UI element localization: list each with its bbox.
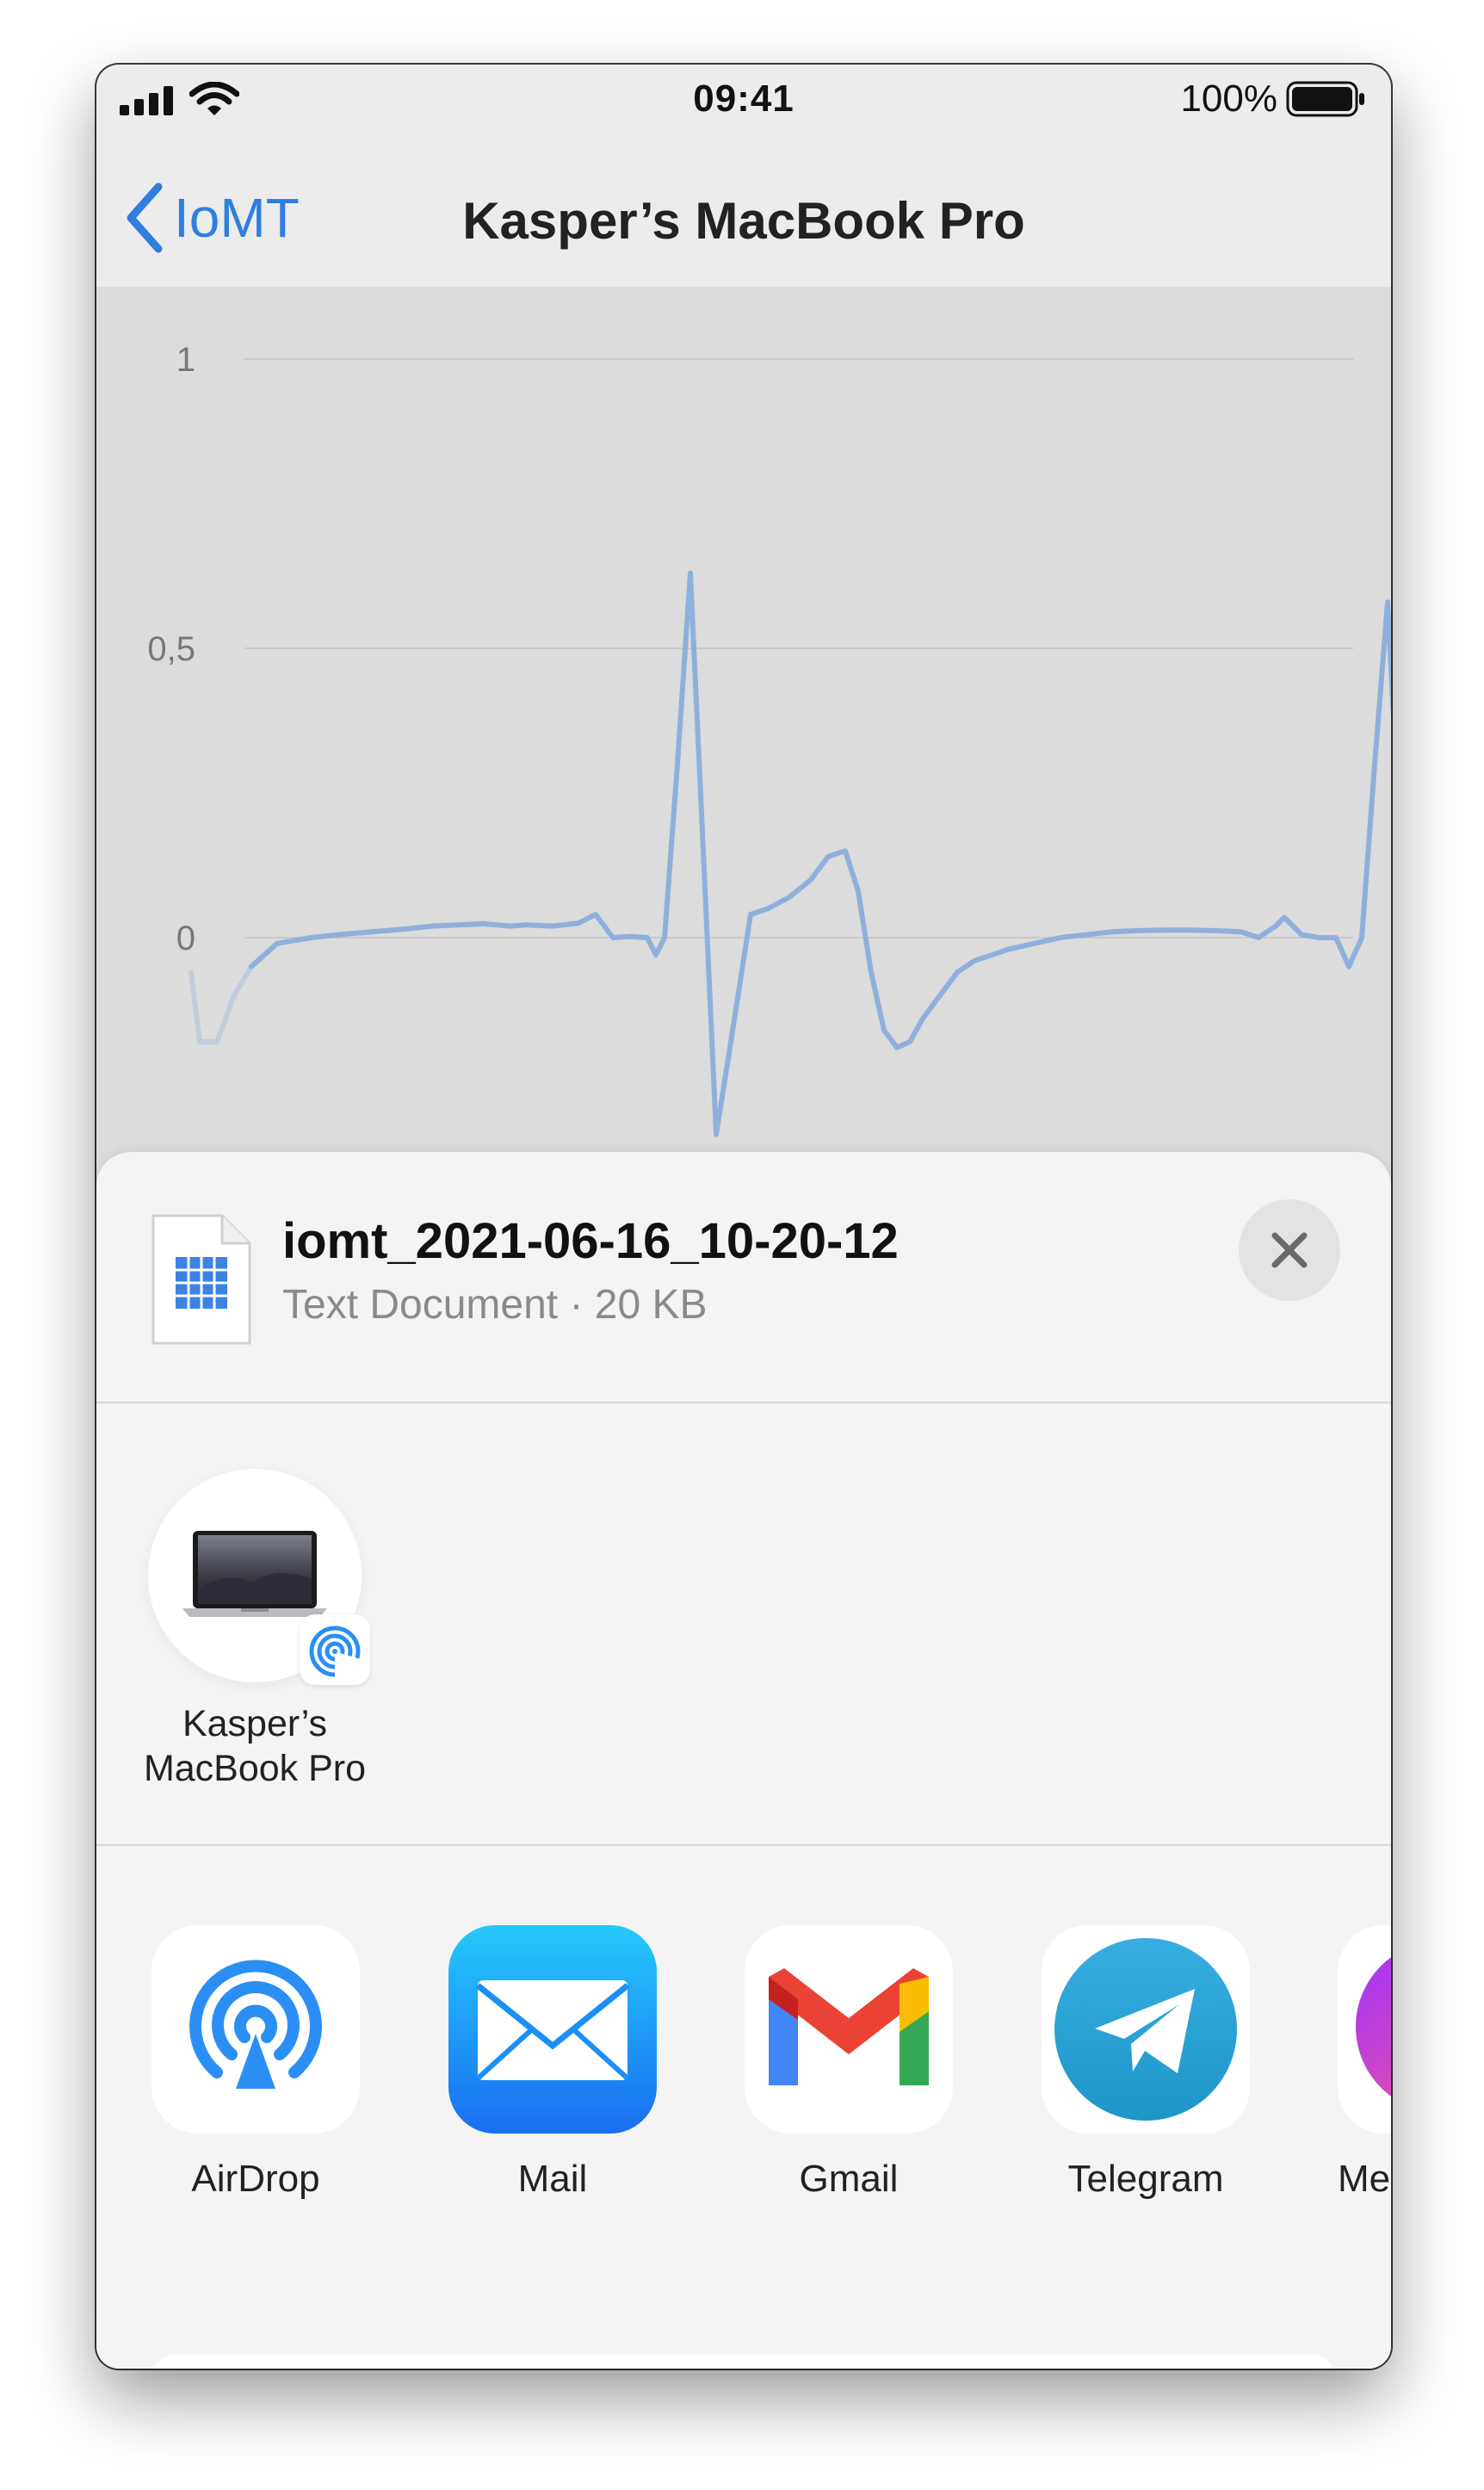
share-app-messenger[interactable]: Me	[1338, 1925, 1391, 2200]
gmail-icon	[745, 1925, 953, 2134]
airdrop-suggestions: Kasper’s MacBook Pro	[96, 1403, 1391, 1846]
app-label-messenger: Me	[1338, 2158, 1391, 2200]
device-name-line2: MacBook Pro	[143, 1748, 367, 1789]
share-apps-row: AirDrop Mail Gmail Telegram Me	[96, 1846, 1391, 2328]
y-tick-label-1: 0,5	[147, 630, 195, 668]
share-sheet: iomt_2021-06-16_10-20-12 Text Document ·…	[96, 1152, 1391, 2369]
messenger-icon	[1338, 1925, 1391, 2134]
y-tick-label-0: 1	[176, 341, 195, 379]
airdrop-icon	[151, 1925, 360, 2134]
app-label-mail: Mail	[517, 2158, 588, 2200]
ecg-series-line-0	[249, 570, 1391, 1137]
mail-icon	[448, 1925, 657, 2134]
share-app-gmail[interactable]: Gmail	[745, 1925, 953, 2200]
close-button[interactable]	[1239, 1199, 1340, 1301]
telegram-icon	[1042, 1925, 1250, 2134]
spreadsheet-document-icon	[151, 1214, 251, 1345]
page-title: Kasper’s MacBook Pro	[462, 192, 1025, 250]
ecg-series-line-faded-0	[189, 963, 254, 1044]
share-file-header: iomt_2021-06-16_10-20-12 Text Document ·…	[96, 1152, 1391, 1403]
status-bar: 09:41 100%	[96, 65, 1391, 144]
y-tick-label-2: 0	[176, 920, 195, 957]
ecg-chart: 1 0,5 0	[96, 287, 1391, 1234]
app-label-telegram: Telegram	[1067, 2158, 1224, 2200]
share-app-mail[interactable]: Mail	[448, 1925, 657, 2200]
app-label-gmail: Gmail	[799, 2158, 899, 2200]
file-name: iomt_2021-06-16_10-20-12	[282, 1213, 899, 1269]
ecg-chart-svg: 10,50	[147, 341, 1391, 1137]
battery-icon	[1286, 81, 1364, 117]
share-actions-card[interactable]	[151, 2355, 1336, 2369]
share-app-telegram[interactable]: Telegram	[1042, 1925, 1250, 2200]
close-icon	[1271, 1232, 1308, 1268]
device-name-line1: Kasper’s	[182, 1703, 328, 1744]
share-app-airdrop[interactable]: AirDrop	[151, 1925, 360, 2200]
file-meta: Text Document · 20 KB	[282, 1282, 708, 1328]
airdrop-badge	[300, 1614, 370, 1685]
app-label-airdrop: AirDrop	[191, 2158, 320, 2200]
airdrop-device-label: Kasper’s MacBook Pro	[96, 1701, 413, 1791]
navigation-bar: IoMT Kasper’s MacBook Pro	[96, 144, 1391, 288]
battery-percentage: 100%	[1180, 77, 1277, 120]
phone-screen: 09:41 100% IoMT Kasper’s MacBook Pro 1 0,…	[96, 65, 1391, 2369]
airdrop-badge-icon	[309, 1626, 361, 1677]
